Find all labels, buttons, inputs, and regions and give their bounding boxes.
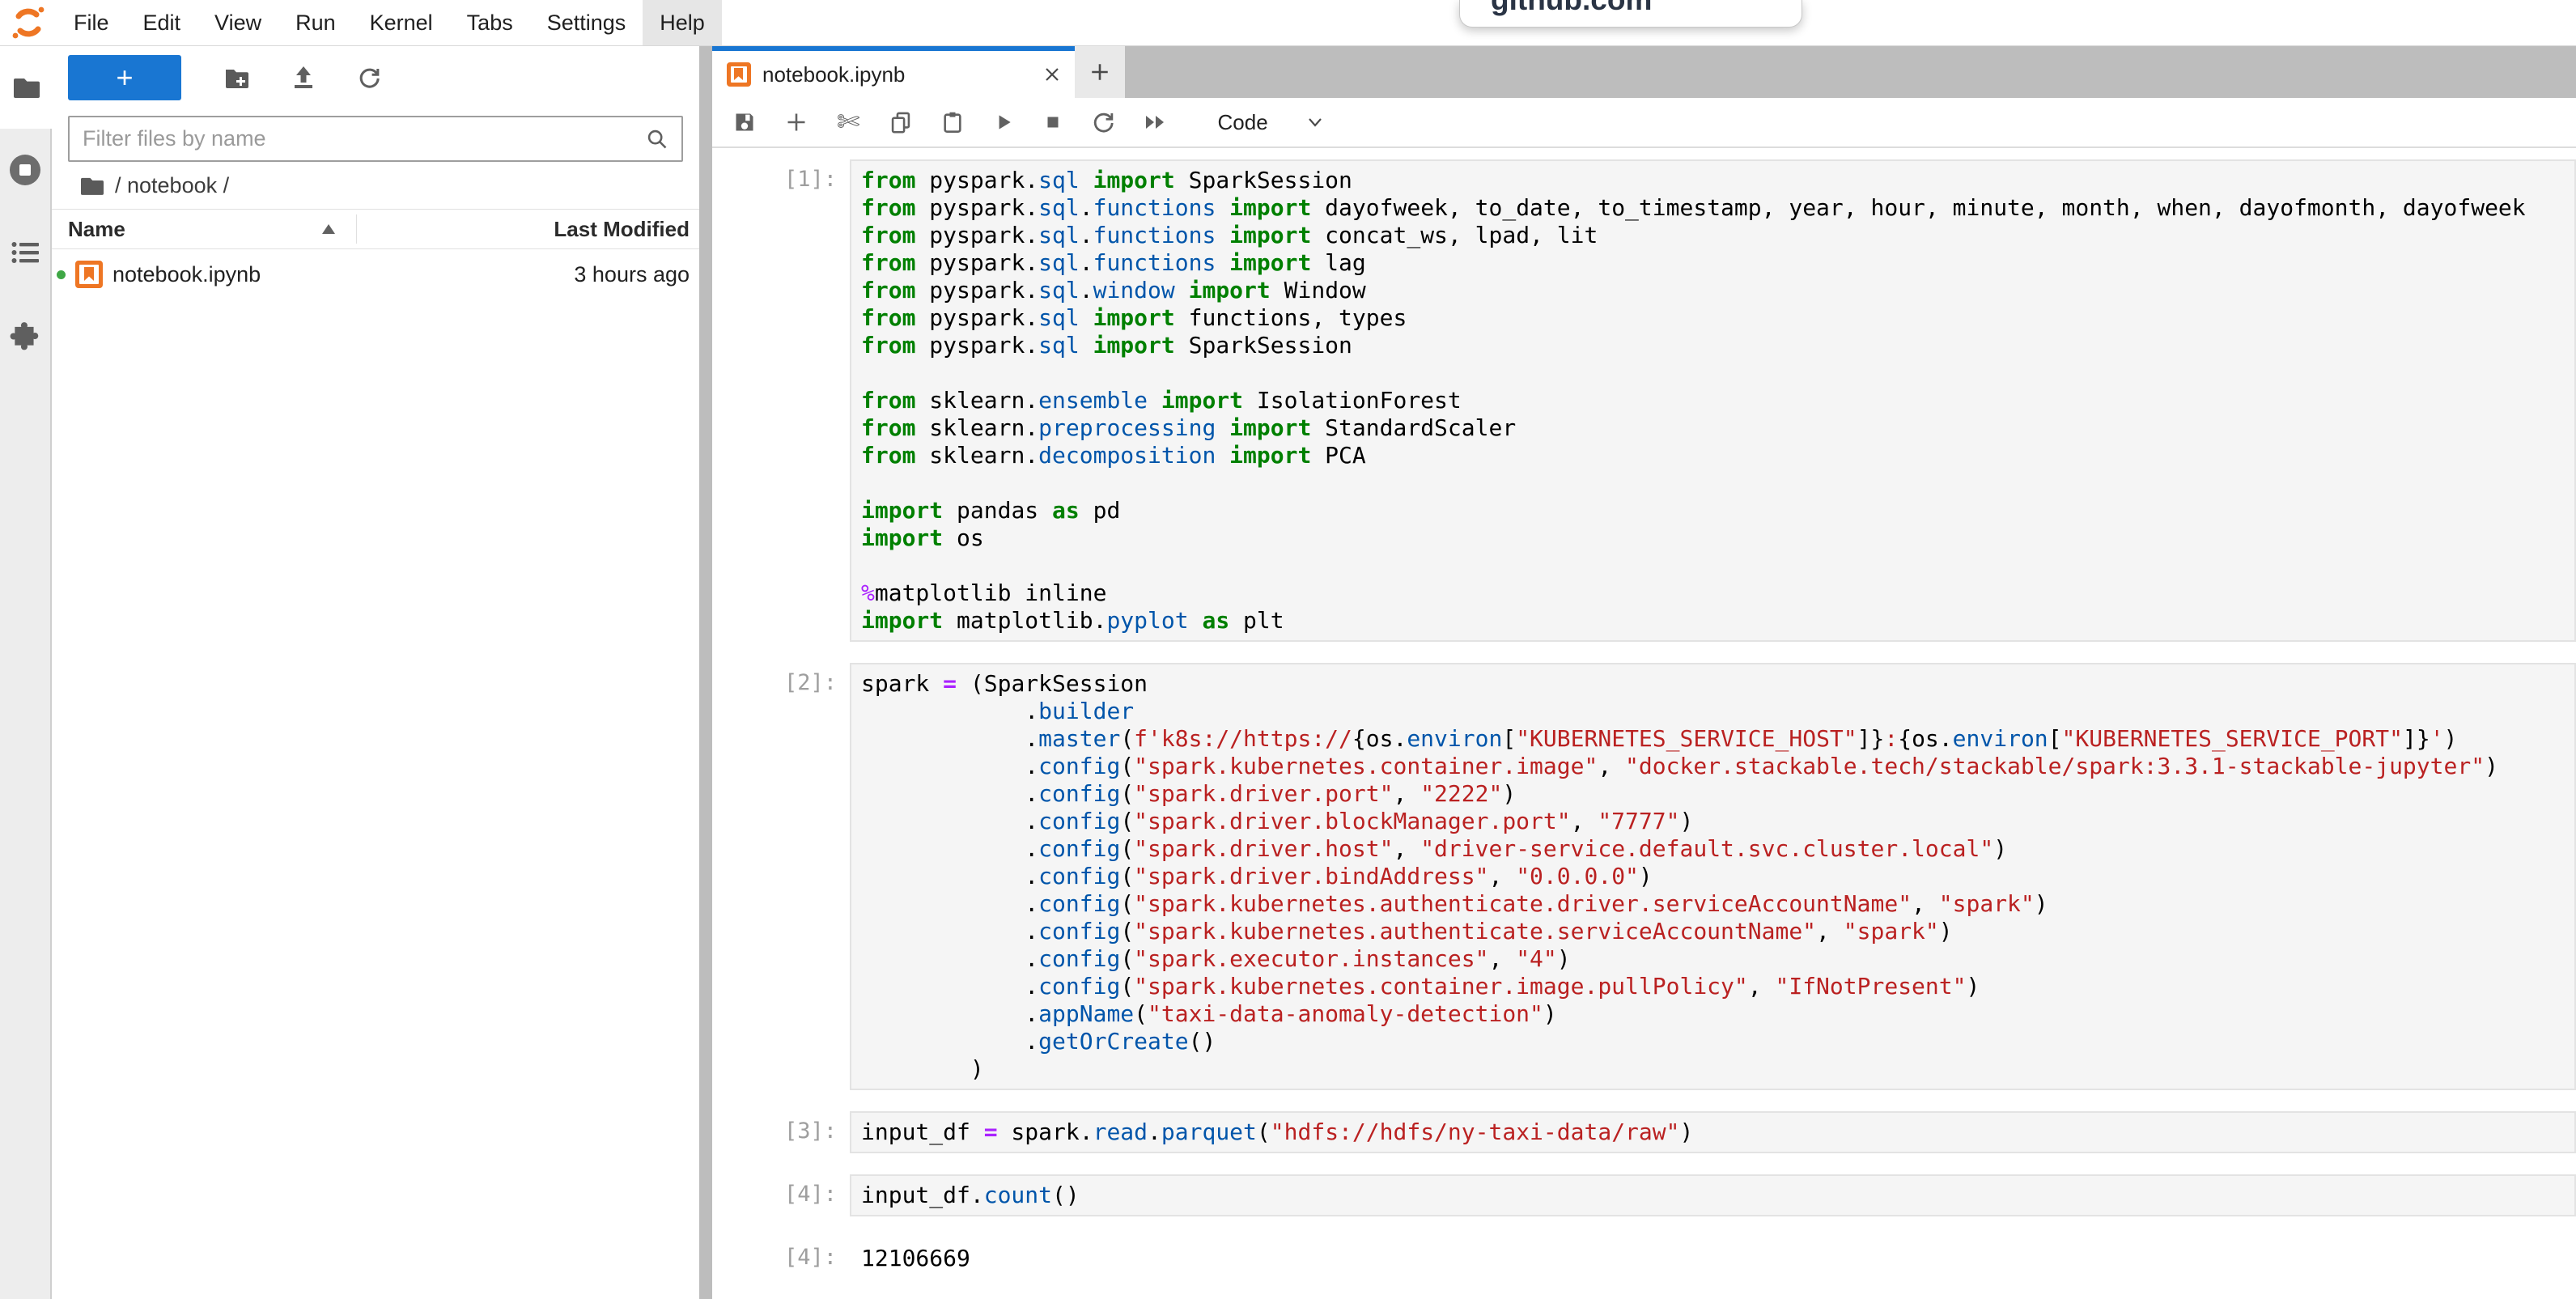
cut-cells-button[interactable]: ✄ [837,104,860,140]
upload-button[interactable] [293,60,314,96]
code-cell: [2]:spark = (SparkSession .builder .mast… [712,663,2576,1090]
new-folder-button[interactable] [225,60,249,96]
menu-kernel[interactable]: Kernel [353,0,450,45]
app-logo[interactable] [0,4,57,41]
output-prompt: [4]: [712,1237,850,1272]
restart-icon [1092,111,1114,134]
sidebar-tab-extensions[interactable] [0,294,50,376]
notebook-icon [727,62,751,87]
output-area: [4]:12106669 [712,1237,2576,1272]
fast-forward-icon [1144,112,1168,133]
menu-edit[interactable]: Edit [126,0,198,45]
plus-icon [1089,62,1110,83]
column-header-name[interactable]: Name [68,217,125,242]
add-cell-icon [785,111,808,134]
copy-cells-button[interactable] [889,104,912,140]
save-icon [733,111,756,134]
copy-icon [889,111,912,134]
notebook-cells: [1]:from pyspark.sql import SparkSession… [712,148,2576,1299]
save-button[interactable] [733,104,756,140]
notebook-toolbar: ✄ [712,98,2576,148]
cell-output-text: 12106669 [850,1237,2576,1272]
insert-cell-button[interactable] [785,104,808,140]
cell-editor[interactable]: input_df = spark.read.parquet("hdfs://hd… [850,1111,2576,1153]
tab-close-button[interactable] [1042,65,1062,84]
run-cell-button[interactable] [993,104,1014,140]
restart-run-all-button[interactable] [1144,104,1168,140]
tab-notebook[interactable]: notebook.ipynb [712,46,1075,98]
cell-type-dropdown[interactable]: Code [1218,110,1325,135]
cell-type-value: Code [1218,110,1268,135]
input-prompt: [2]: [712,663,850,1090]
paste-icon [941,111,964,134]
file-modified: 3 hours ago [574,262,690,287]
cell-editor[interactable]: spark = (SparkSession .builder .master(f… [850,663,2576,1090]
cell-editor[interactable]: input_df.count() [850,1174,2576,1216]
notebook-file-icon [75,261,103,288]
file-name: notebook.ipynb [112,262,261,287]
menu-bar: File Edit View Run Kernel Tabs Settings … [0,0,2576,46]
panel-resize-handle[interactable] [699,46,712,1299]
stop-circle-icon [8,153,42,187]
code-cell: [3]:input_df = spark.read.parquet("hdfs:… [712,1111,2576,1153]
file-filter-box [68,116,683,162]
column-divider [356,214,357,244]
list-icon [11,241,39,264]
menu-tabs[interactable]: Tabs [450,0,530,45]
menu-help[interactable]: Help [643,0,722,45]
file-list-header: Name Last Modified [52,209,699,249]
dock-tab-bar: notebook.ipynb [712,46,2576,98]
sort-ascending-icon[interactable] [322,224,335,234]
puzzle-icon [10,320,40,350]
new-tab-button[interactable] [1075,46,1125,98]
notebook-panel: notebook.ipynb [712,46,2576,1299]
cut-icon: ✄ [837,106,860,138]
left-sidebar-tabs [0,46,52,1299]
code-cell: [1]:from pyspark.sql import SparkSession… [712,159,2576,642]
sidebar-tab-toc[interactable] [0,211,50,294]
input-prompt: [3]: [712,1111,850,1153]
code-cell: [4]:input_df.count() [712,1174,2576,1216]
menu-view[interactable]: View [197,0,278,45]
menu-file[interactable]: File [57,0,126,45]
close-icon [1042,65,1062,84]
search-icon [646,128,668,151]
file-filter-input[interactable] [83,126,646,151]
cell-editor[interactable]: from pyspark.sql import SparkSessionfrom… [850,159,2576,642]
refresh-button[interactable] [358,60,380,96]
jupyterlab-window: File Edit View Run Kernel Tabs Settings … [0,0,2576,1299]
sidebar-tab-running[interactable] [0,129,50,211]
chevron-down-icon [1305,115,1325,129]
breadcrumb-path: / notebook / [115,173,229,198]
kernel-running-dot [57,270,66,279]
run-icon [993,112,1014,133]
sidebar-tab-filebrowser[interactable] [0,46,53,129]
input-prompt: [1]: [712,159,850,642]
input-prompt: [4]: [712,1174,850,1216]
new-folder-icon [225,68,249,88]
popup-site-name: github.com [1491,0,1802,17]
file-row-notebook[interactable]: notebook.ipynb 3 hours ago [52,249,699,299]
tab-title: notebook.ipynb [762,62,905,87]
upload-icon [293,66,314,89]
breadcrumb[interactable]: / notebook / [52,162,699,209]
stop-icon [1043,112,1063,132]
home-folder-icon[interactable] [81,176,104,195]
paste-cells-button[interactable] [941,104,964,140]
column-header-modified[interactable]: Last Modified [554,217,690,242]
file-browser-panel: + [52,46,699,1299]
refresh-icon [358,66,380,89]
menu-run[interactable]: Run [278,0,353,45]
restart-kernel-button[interactable] [1092,104,1114,140]
browser-popup: github.com [1459,0,1802,28]
folder-icon [14,77,40,98]
new-launcher-button[interactable]: + [68,55,181,100]
interrupt-kernel-button[interactable] [1043,104,1063,140]
menu-settings[interactable]: Settings [530,0,643,45]
file-browser-toolbar: + [52,46,699,109]
orange-swirl-logo-icon [10,4,47,41]
